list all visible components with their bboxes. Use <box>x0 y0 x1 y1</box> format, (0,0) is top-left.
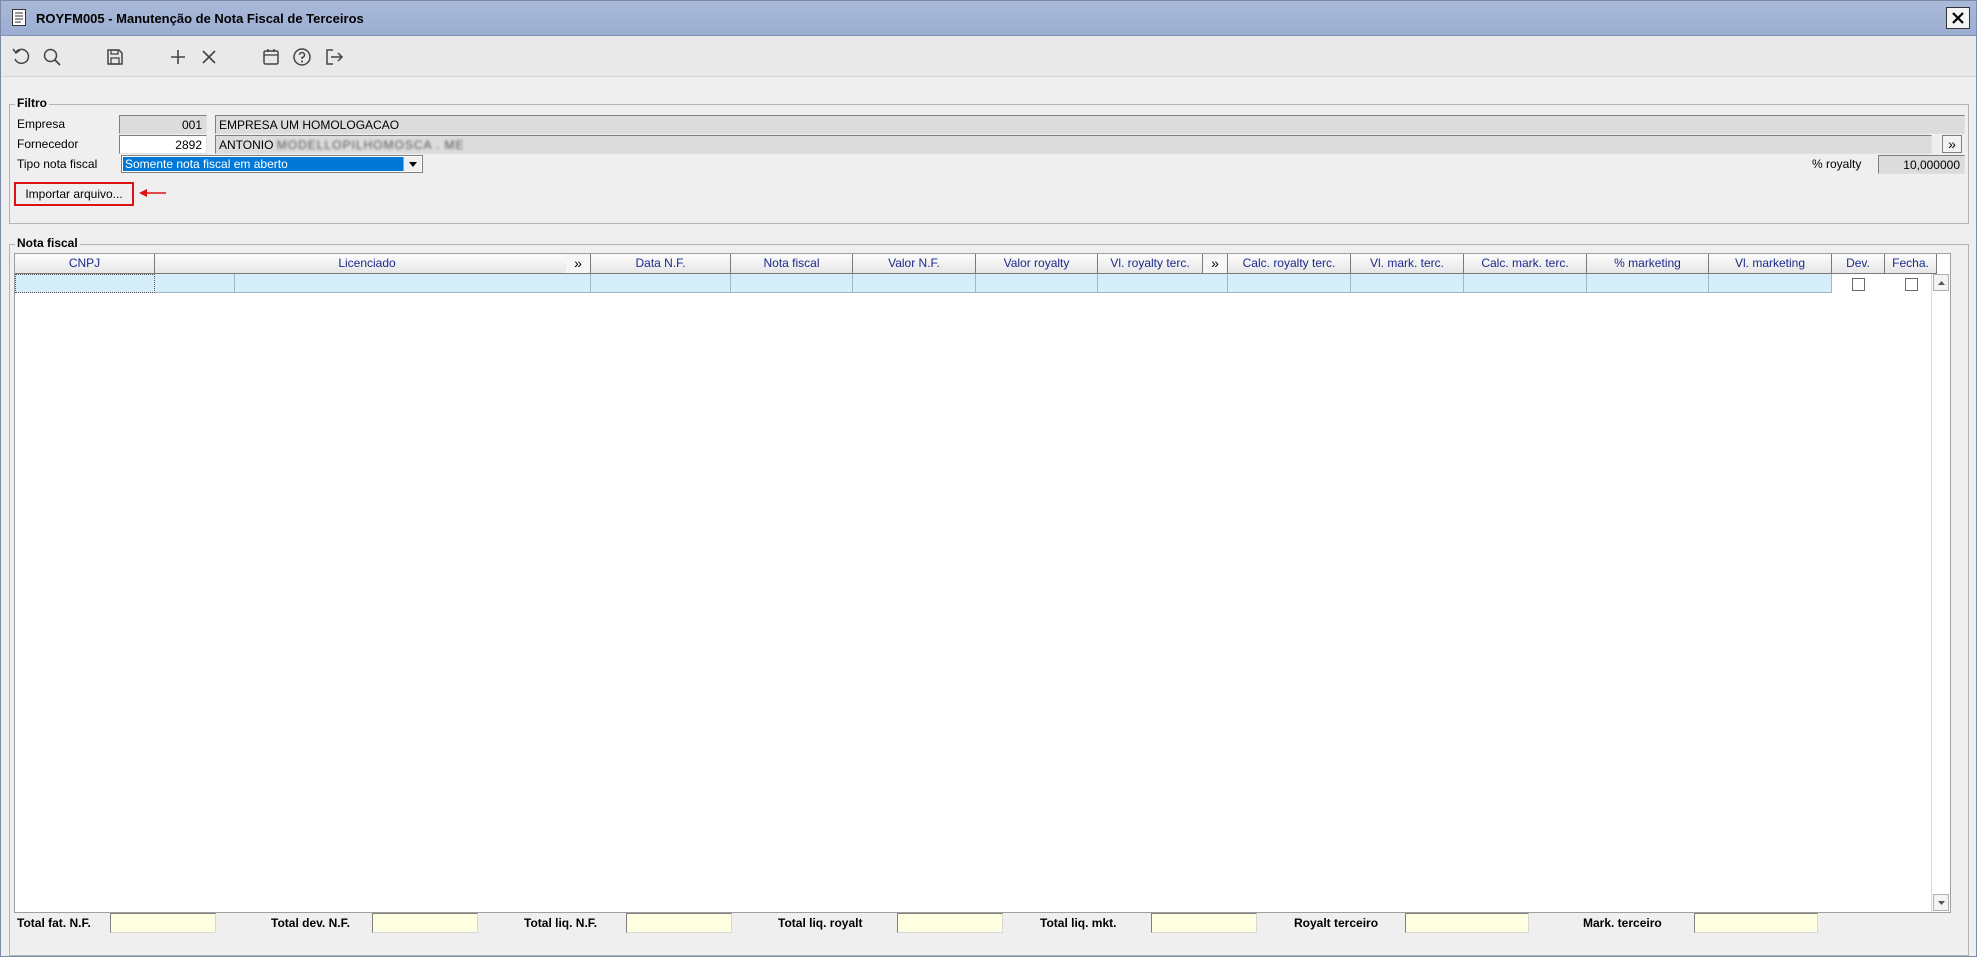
fornecedor-more-button[interactable]: » <box>1942 135 1962 153</box>
fornecedor-name-field: ANTONIO MODELLOPILHOMOSCA . ME <box>215 135 1932 154</box>
col-header-data-nf[interactable]: Data N.F. <box>591 254 731 274</box>
total-liq-nf-label: Total liq. N.F. <box>524 916 598 930</box>
save-icon <box>107 49 123 65</box>
help-button[interactable] <box>291 46 313 68</box>
grid-cell-valor-royalty[interactable] <box>976 274 1098 293</box>
total-liq-nf-field <box>626 913 732 933</box>
add-icon <box>171 50 185 64</box>
exit-icon <box>326 49 344 65</box>
window-title: ROYFM005 - Manutenção de Nota Fiscal de … <box>36 11 364 26</box>
royalty-label: % royalty <box>1812 157 1862 171</box>
total-liq-royalt-label: Total liq. royalt <box>778 916 863 930</box>
help-icon <box>293 48 311 66</box>
undo-button[interactable] <box>10 46 32 68</box>
nota-fiscal-grid[interactable]: CNPJ Licenciado » Data N.F. Nota fiscal … <box>14 253 1951 913</box>
chevron-up-icon <box>1937 280 1945 285</box>
col-header-licenciado[interactable]: Licenciado <box>155 254 580 274</box>
empresa-label: Empresa <box>17 117 66 131</box>
nota-fiscal-legend: Nota fiscal <box>15 236 80 250</box>
col-header-calc-royalty-terc[interactable]: Calc. royalty terc. <box>1228 254 1351 274</box>
col-expand-button-2[interactable]: » <box>1203 254 1228 274</box>
save-button[interactable] <box>104 46 126 68</box>
delete-icon <box>202 50 216 64</box>
undo-icon <box>12 48 30 65</box>
grid-cell-percent-marketing[interactable] <box>1587 274 1709 293</box>
mark-terceiro-field <box>1694 913 1818 933</box>
scroll-down-button[interactable] <box>1933 894 1949 911</box>
close-icon <box>1952 12 1964 24</box>
tipo-nota-select[interactable]: Somente nota fiscal em aberto <box>121 155 423 173</box>
empresa-code-field[interactable]: 001 <box>119 115 207 134</box>
royalt-terceiro-label: Royalt terceiro <box>1294 916 1379 930</box>
total-dev-nf-label: Total dev. N.F. <box>271 916 350 930</box>
vertical-scrollbar[interactable] <box>1931 274 1950 912</box>
total-liq-mkt-label: Total liq. mkt. <box>1040 916 1117 930</box>
exit-button[interactable] <box>323 46 345 68</box>
col-header-percent-marketing[interactable]: % marketing <box>1587 254 1709 274</box>
empresa-name-field: EMPRESA UM HOMOLOGACAO <box>215 115 1965 134</box>
toolbar <box>1 36 1976 77</box>
col-header-valor-nf[interactable]: Valor N.F. <box>853 254 976 274</box>
chevron-down-icon <box>1937 900 1945 905</box>
delete-button[interactable] <box>198 46 220 68</box>
total-dev-nf-field <box>372 913 478 933</box>
grid-cell-nota-fiscal[interactable] <box>731 274 853 293</box>
total-liq-royalt-field <box>897 913 1003 933</box>
dropdown-button[interactable] <box>403 157 421 171</box>
chevron-down-icon <box>408 161 417 167</box>
dev-checkbox[interactable] <box>1852 278 1865 291</box>
close-button[interactable] <box>1946 7 1970 29</box>
col-header-fecha[interactable]: Fecha. <box>1885 254 1937 274</box>
total-liq-mkt-field <box>1151 913 1257 933</box>
grid-cell-valor-nf[interactable] <box>853 274 976 293</box>
col-header-vl-marketing[interactable]: Vl. marketing <box>1709 254 1832 274</box>
col-header-vl-mark-terc[interactable]: Vl. mark. terc. <box>1351 254 1464 274</box>
col-header-dev[interactable]: Dev. <box>1832 254 1885 274</box>
col-expand-button-1[interactable]: » <box>566 254 591 274</box>
grid-cell-cnpj[interactable] <box>15 274 155 293</box>
total-fat-nf-field <box>110 913 216 933</box>
grid-cell-calc-mark-terc[interactable] <box>1464 274 1587 293</box>
grid-cell-licenciado-code[interactable] <box>155 274 235 293</box>
add-button[interactable] <box>167 46 189 68</box>
grid-cell-calc-royalty-terc[interactable] <box>1228 274 1351 293</box>
calendar-icon <box>263 49 279 65</box>
col-header-valor-royalty[interactable]: Valor royalty <box>976 254 1098 274</box>
fornecedor-code-field[interactable]: 2892 <box>119 135 207 154</box>
fornecedor-label: Fornecedor <box>17 137 79 151</box>
fornecedor-name-suffix: . ME <box>435 138 465 152</box>
document-icon <box>12 9 26 26</box>
fornecedor-name-redacted: MODELLOPILHOMOSCA <box>276 138 433 152</box>
grid-cell-vl-royalty-terc[interactable] <box>1098 274 1228 293</box>
royalty-field: 10,000000 <box>1878 155 1965 174</box>
scroll-up-button[interactable] <box>1933 274 1949 291</box>
col-header-calc-mark-terc[interactable]: Calc. mark. terc. <box>1464 254 1587 274</box>
royalt-terceiro-field <box>1405 913 1529 933</box>
total-fat-nf-label: Total fat. N.F. <box>17 916 91 930</box>
grid-cell-data-nf[interactable] <box>591 274 731 293</box>
col-header-nota-fiscal[interactable]: Nota fiscal <box>731 254 853 274</box>
search-button[interactable] <box>41 46 63 68</box>
search-icon <box>43 48 61 66</box>
import-file-button[interactable]: Importar arquivo... <box>14 182 134 206</box>
filtro-legend: Filtro <box>15 96 49 110</box>
calendar-button[interactable] <box>260 46 282 68</box>
grid-cell-vl-marketing[interactable] <box>1709 274 1832 293</box>
fornecedor-name-prefix: ANTONIO <box>219 138 274 152</box>
col-header-cnpj[interactable]: CNPJ <box>15 254 155 274</box>
mark-terceiro-label: Mark. terceiro <box>1583 916 1662 930</box>
grid-cell-licenciado-name[interactable] <box>235 274 591 293</box>
tipo-nota-label: Tipo nota fiscal <box>17 157 98 171</box>
title-bar: ROYFM005 - Manutenção de Nota Fiscal de … <box>1 1 1976 36</box>
callout-arrow-icon <box>139 189 166 197</box>
tipo-nota-value: Somente nota fiscal em aberto <box>123 157 403 171</box>
col-header-vl-royalty-terc[interactable]: Vl. royalty terc. <box>1098 254 1203 274</box>
app-window: ROYFM005 - Manutenção de Nota Fiscal de … <box>0 0 1977 957</box>
grid-cell-vl-mark-terc[interactable] <box>1351 274 1464 293</box>
fecha-checkbox[interactable] <box>1905 278 1918 291</box>
